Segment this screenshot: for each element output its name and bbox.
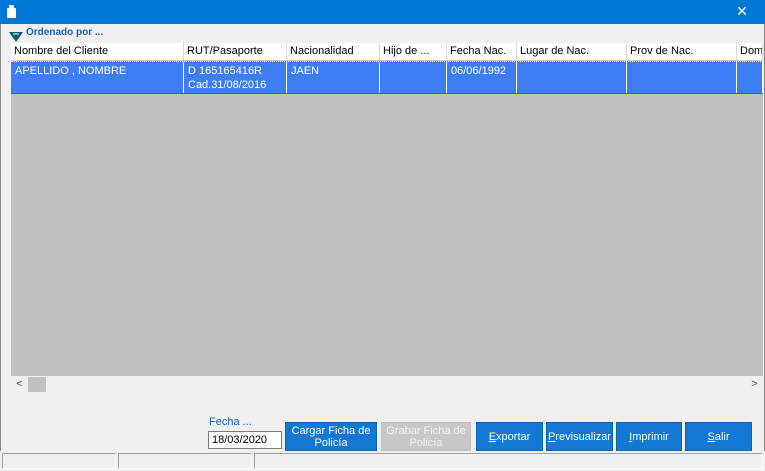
status-bar [0,451,765,471]
grid-header: Nombre del Cliente RUT/Pasaporte Naciona… [11,43,763,61]
scroll-left-icon[interactable]: < [11,376,28,393]
salir-button[interactable]: Salir [685,422,752,451]
grabar-ficha-label-1: Grabar Ficha de [386,424,466,437]
exportar-label: xportar [496,430,531,443]
previsualizar-mnemonic: P [548,430,556,443]
cell-dom[interactable] [737,62,763,93]
status-panel-3 [254,453,763,469]
column-header-dom[interactable]: Dom [737,43,763,60]
salir-mnemonic: S [707,430,715,443]
cell-prov-nac[interactable] [627,62,737,93]
status-panel-1 [2,453,116,469]
column-header-lugar-nac[interactable]: Lugar de Nac. [517,43,627,60]
scroll-thumb[interactable] [28,377,46,392]
cell-lugar-nac[interactable] [517,62,627,93]
clients-grid[interactable]: Nombre del Cliente RUT/Pasaporte Naciona… [11,43,763,393]
sort-label[interactable]: Ordenado por ... [26,27,103,38]
salir-label: alir [714,430,730,443]
cell-hijo-de[interactable] [380,62,447,93]
cell-rut[interactable]: D 165165416R Cad.31/08/2016 [184,62,287,93]
column-header-fecha-nac[interactable]: Fecha Nac. [447,43,517,60]
cargar-ficha-label-2: Policía [314,436,348,449]
exportar-button[interactable]: Exportar [476,422,543,451]
fecha-label: Fecha ... [209,416,252,428]
imprimir-button[interactable]: Imprimir [616,422,682,451]
status-panel-2 [118,453,252,469]
column-header-prov-nac[interactable]: Prov de Nac. [627,43,737,60]
horizontal-scrollbar[interactable]: < > [11,376,763,393]
title-bar: ✕ [0,0,765,24]
scroll-right-icon[interactable]: > [746,376,763,393]
grabar-ficha-label-2: Policía [409,436,443,449]
previsualizar-label: revisualizar [555,430,611,443]
column-header-nacionalidad[interactable]: Nacionalidad [287,43,380,60]
column-header-hijo-de[interactable]: Hijo de ... [380,43,447,60]
app-icon [7,5,16,18]
exportar-mnemonic: E [488,430,497,443]
cargar-ficha-button[interactable]: Cargar Ficha de Policía [285,422,377,451]
cargar-ficha-label-1: Cargar Ficha de [291,424,371,437]
column-header-rut[interactable]: RUT/Pasaporte [184,43,287,60]
table-row[interactable]: APELLIDO , NOMBRE D 165165416R Cad.31/08… [11,61,763,94]
cell-fecha-nac[interactable]: 06/06/1992 [447,62,517,93]
cell-nacionalidad[interactable]: JAEN [287,62,380,93]
fecha-input[interactable] [208,431,282,449]
imprimir-label: mprimir [632,430,669,443]
cell-nombre[interactable]: APELLIDO , NOMBRE [11,62,184,93]
close-button[interactable]: ✕ [719,0,765,24]
column-header-nombre[interactable]: Nombre del Cliente [11,43,184,60]
grabar-ficha-button[interactable]: Grabar Ficha de Policía [381,422,471,451]
sort-triangle-icon[interactable] [9,32,23,42]
previsualizar-button[interactable]: Previsualizar [546,422,613,451]
